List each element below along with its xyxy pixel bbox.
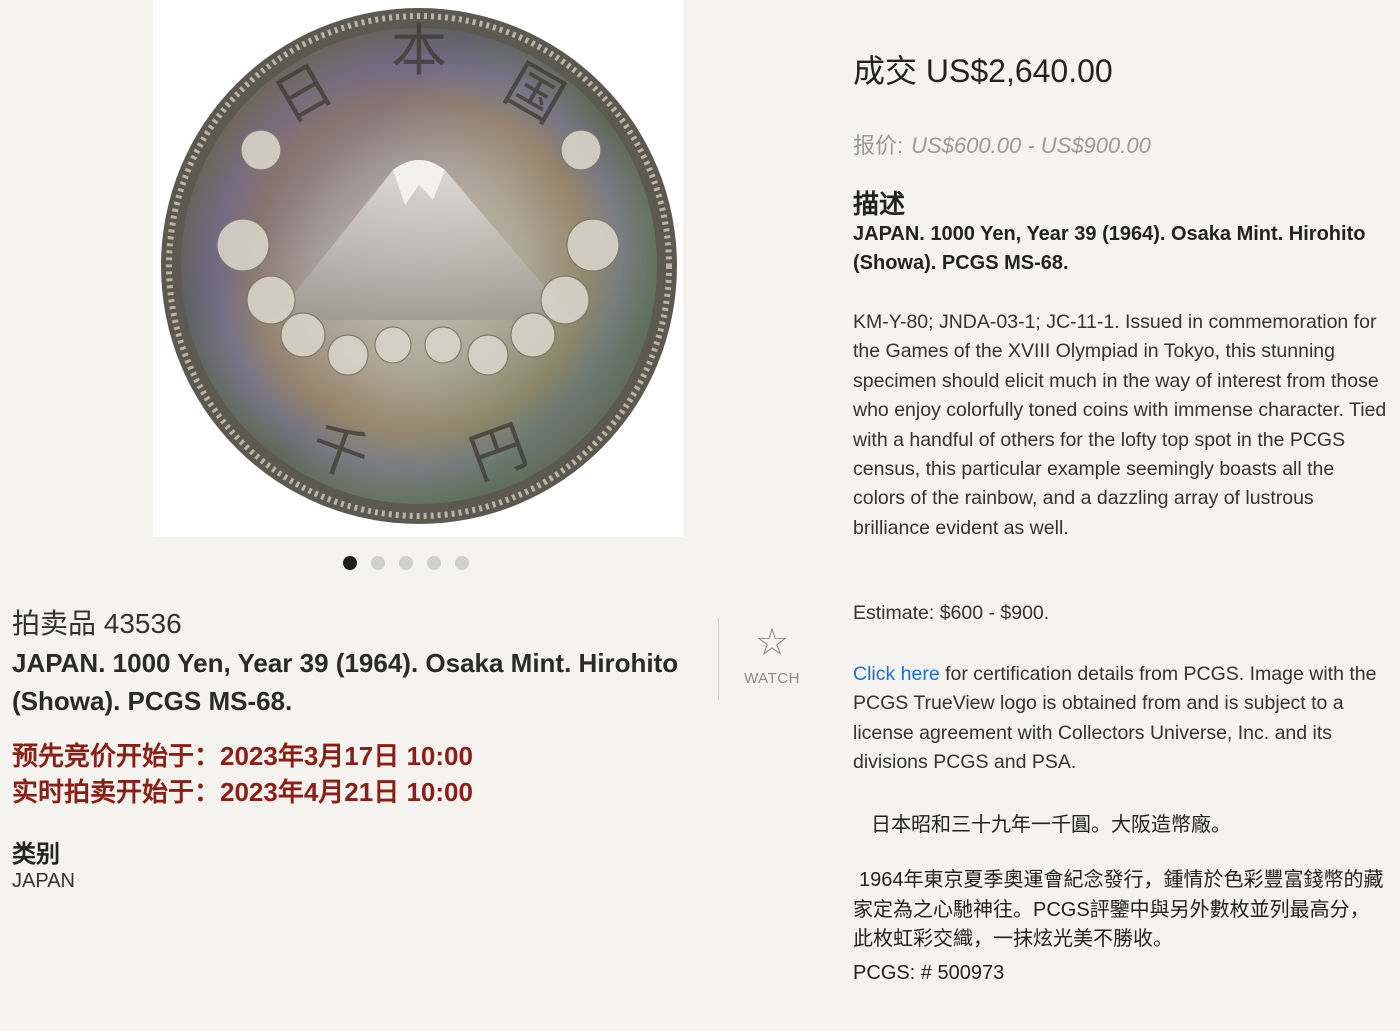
description-body: KM-Y-80; JNDA-03-1; JC-11-1. Issued in c… bbox=[853, 311, 1387, 539]
description-estimate: Estimate: $600 - $900. bbox=[853, 602, 1050, 624]
estimate-range: US$600.00 - US$900.00 bbox=[911, 133, 1151, 158]
lot-left-panel: 日 本 国 千 円 拍卖品 43536 JAPAN. 1000 Yen, Yea… bbox=[0, 0, 840, 1031]
prebid-start-date: 预先竞价开始于：2023年3月17日 10:00 bbox=[12, 741, 473, 771]
gallery-dot-1[interactable] bbox=[343, 556, 357, 570]
description-cn-title: 日本昭和三十九年一千圓。大阪造幣廠。 bbox=[871, 814, 1231, 836]
description-cn-body: 1964年東京夏季奧運會紀念發行，鍾情於色彩豐富錢幣的藏家定為之心馳神往。PCG… bbox=[853, 869, 1384, 950]
watch-divider bbox=[718, 618, 719, 700]
pcgs-cert-number: PCGS: # 500973 bbox=[853, 962, 1005, 984]
estimate-price: 报价: US$600.00 - US$900.00 bbox=[853, 128, 1151, 160]
certification-link[interactable]: Click here bbox=[853, 663, 940, 685]
category-value[interactable]: JAPAN bbox=[12, 870, 75, 893]
lot-title: JAPAN. 1000 Yen, Year 39 (1964). Osaka M… bbox=[12, 648, 679, 716]
description-title: JAPAN. 1000 Yen, Year 39 (1964). Osaka M… bbox=[853, 223, 1366, 274]
gallery-dot-4[interactable] bbox=[427, 556, 441, 570]
category-label: 类别 bbox=[12, 841, 60, 868]
coin-photo: 日 本 国 千 円 bbox=[161, 8, 677, 524]
gallery-dot-5[interactable] bbox=[455, 556, 469, 570]
gallery-dot-3[interactable] bbox=[399, 556, 413, 570]
auction-dates: 预先竞价开始于：2023年3月17日 10:00 实时拍卖开始于：2023年4月… bbox=[12, 738, 473, 810]
svg-text:本: 本 bbox=[391, 19, 447, 84]
certification-note: Click here for certification details fro… bbox=[853, 660, 1388, 778]
gallery-dot-2[interactable] bbox=[371, 556, 385, 570]
star-outline-icon: ☆ bbox=[754, 622, 790, 664]
description-heading: 描述 bbox=[853, 189, 906, 219]
watch-label: WATCH bbox=[744, 670, 800, 687]
live-auction-start-date: 实时拍卖开始于：2023年4月21日 10:00 bbox=[12, 777, 473, 807]
lot-number: 拍卖品 43536 bbox=[12, 608, 182, 639]
estimate-label: 报价: bbox=[853, 133, 904, 158]
sold-price: 成交 US$2,640.00 bbox=[853, 53, 1113, 89]
coin-image[interactable]: 日 本 国 千 円 bbox=[153, 0, 683, 537]
watch-button[interactable]: ☆ WATCH bbox=[734, 622, 810, 687]
gallery-pagination bbox=[343, 556, 469, 570]
